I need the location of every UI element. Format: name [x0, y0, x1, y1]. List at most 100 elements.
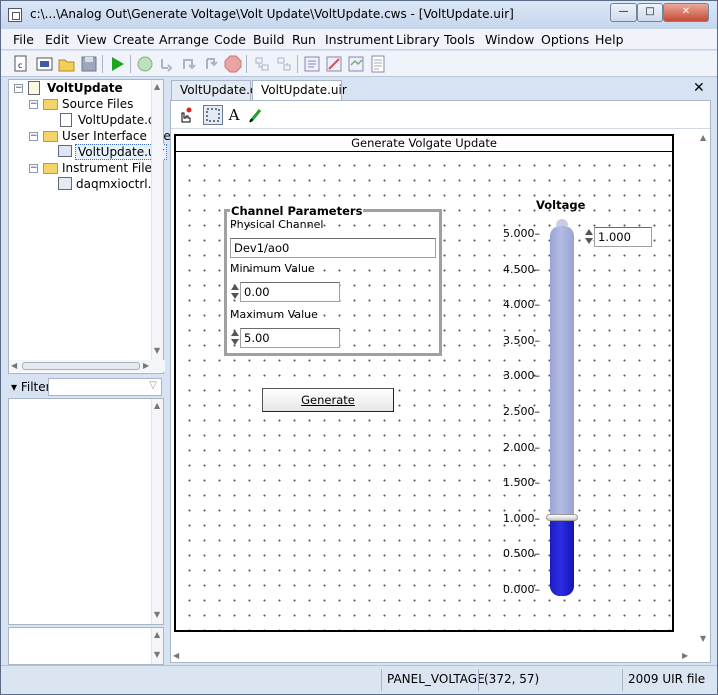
breakpoint-list-icon[interactable] — [275, 55, 293, 73]
c-file-icon — [60, 113, 72, 127]
stop-icon[interactable] — [224, 55, 242, 73]
menu-library[interactable]: Library — [396, 32, 440, 47]
step-into-icon[interactable] — [158, 55, 176, 73]
help-document-icon[interactable] — [369, 55, 387, 73]
fp-file-icon — [58, 177, 72, 190]
channel-parameters-group[interactable]: Channel Parameters Physical Channel Dev1… — [224, 204, 442, 356]
tree-horizontal-scrollbar[interactable]: ◀ ▶ — [9, 360, 165, 372]
filter-funnel-icon[interactable]: ▽ — [149, 380, 157, 391]
save-icon[interactable] — [80, 55, 98, 73]
close-tab-icon[interactable]: ✕ — [693, 80, 705, 96]
voltage-tick-label: 4.500– — [503, 262, 540, 276]
new-uir-icon[interactable] — [36, 55, 54, 73]
bottom-vertical-scrollbar[interactable]: ▲ ▼ — [151, 628, 163, 664]
panel-title[interactable]: Generate Volgate Update — [176, 136, 672, 152]
menu-file[interactable]: File — [13, 32, 34, 47]
tree-instrument-files[interactable]: Instrument Files — [62, 161, 158, 177]
collapse-icon[interactable]: − — [29, 164, 38, 173]
voltage-tank-handle[interactable] — [546, 514, 578, 521]
uir-file-icon — [58, 145, 72, 157]
new-c-file-icon[interactable]: c — [13, 55, 31, 73]
label-tool-icon[interactable]: A — [224, 105, 244, 125]
tree-project[interactable]: VoltUpdate — [47, 81, 123, 97]
voltage-tick-label: 2.500– — [503, 405, 540, 418]
menu-options[interactable]: Options — [541, 32, 589, 47]
menu-code[interactable]: Code — [214, 32, 246, 47]
editor-horizontal-scrollbar[interactable]: ◀ ▶ — [171, 650, 710, 662]
menu-build[interactable]: Build — [253, 32, 284, 47]
menu-instrument[interactable]: Instrument — [325, 32, 394, 47]
voltage-tick-label: 1.000– — [503, 511, 540, 525]
editor-toolbar: A — [171, 101, 710, 129]
minimize-button[interactable]: — — [610, 3, 637, 22]
menu-tools[interactable]: Tools — [444, 32, 475, 47]
physical-channel-label: Physical Channel — [230, 218, 324, 231]
filter-label: ▾ Filter — [11, 380, 51, 394]
toolbar: c — [1, 51, 717, 77]
menu-window[interactable]: Window — [485, 32, 534, 47]
scroll-thumb[interactable] — [22, 362, 140, 370]
close-button[interactable]: ✕ — [663, 3, 709, 22]
window-title: c:\...\Analog Out\Generate Voltage\Volt … — [30, 7, 514, 21]
collapse-icon[interactable]: − — [29, 100, 38, 109]
minimum-value-field[interactable]: 0.00 — [240, 282, 340, 302]
go-icon[interactable] — [136, 55, 154, 73]
maximum-value-label: Maximum Value — [230, 308, 318, 321]
tree-source-file[interactable]: VoltUpdate.c — [78, 113, 155, 129]
step-over-icon[interactable] — [180, 55, 198, 73]
maximum-value-spinner-icon[interactable] — [231, 328, 239, 348]
bottom-left-pane: ▲ ▼ — [8, 627, 164, 665]
menu-arrange[interactable]: Arrange — [159, 32, 209, 47]
voltage-tank[interactable] — [550, 226, 574, 596]
status-panel-name: PANEL_VOLTAGE — [381, 669, 485, 691]
filter-bar: ▾ Filter ▽ — [8, 377, 164, 397]
maximize-button[interactable]: □ — [637, 3, 663, 22]
editor-vertical-scrollbar[interactable]: ▲ ▼ — [698, 129, 710, 649]
filter-input[interactable]: ▽ — [48, 378, 162, 396]
tab-voltupdate-uir[interactable]: VoltUpdate.uir — [252, 80, 347, 101]
edit-panel-icon[interactable] — [325, 55, 343, 73]
results-vertical-scrollbar[interactable]: ▲ ▼ — [151, 399, 163, 624]
tree-vertical-scrollbar[interactable]: ▲ ▼ — [151, 80, 163, 360]
view-panel-icon[interactable] — [347, 55, 365, 73]
project-tree: − VoltUpdate − Source Files VoltUpdate.c… — [8, 79, 177, 374]
maximum-value-field[interactable]: 5.00 — [240, 328, 340, 348]
menu-create[interactable]: Create — [113, 32, 155, 47]
physical-channel-field[interactable]: Dev1/ao0 — [230, 238, 436, 258]
voltage-tick-label: 2.000– — [503, 440, 540, 454]
svg-text:c: c — [18, 61, 22, 70]
voltage-tick-label: 3.000– — [503, 369, 540, 383]
tab-voltupdate-c[interactable]: VoltUpdate.c — [171, 80, 257, 100]
menu-edit[interactable]: Edit — [45, 32, 69, 47]
voltage-tick-label: 0.500– — [503, 547, 540, 561]
voltage-tick-label: 4.000– — [503, 298, 540, 312]
run-icon[interactable] — [108, 55, 126, 73]
function-panel-icon[interactable] — [303, 55, 321, 73]
menu-bar: File Edit View Create Arrange Code Build… — [1, 29, 717, 50]
voltage-tick-label: 3.500– — [503, 333, 540, 347]
select-tool-icon[interactable] — [203, 105, 223, 125]
color-tool-icon[interactable] — [246, 105, 266, 125]
finish-icon[interactable] — [202, 55, 220, 73]
minimum-value-spinner-icon[interactable] — [231, 282, 239, 302]
operate-tool-icon[interactable] — [175, 105, 195, 125]
title-bar: c:\...\Analog Out\Generate Voltage\Volt … — [1, 1, 717, 29]
voltage-tick-label: 5.000– — [503, 227, 540, 240]
menu-view[interactable]: View — [77, 32, 107, 47]
toggle-breakpoint-icon[interactable] — [253, 55, 271, 73]
project-icon — [28, 81, 40, 95]
open-folder-icon[interactable] — [58, 55, 76, 73]
menu-run[interactable]: Run — [292, 32, 316, 47]
uir-editor: A Generate Volgate Update Channel Parame… — [170, 100, 711, 663]
minimum-value-label: Minimum Value — [230, 262, 315, 275]
uir-panel[interactable]: Generate Volgate Update Channel Paramete… — [174, 134, 674, 632]
voltage-value-display[interactable]: 1.000 — [594, 227, 652, 247]
generate-button[interactable]: Generate — [262, 388, 394, 412]
voltage-spinner-icon[interactable] — [585, 227, 593, 247]
tree-source-files[interactable]: Source Files — [62, 97, 133, 113]
collapse-icon[interactable]: − — [14, 84, 23, 93]
generate-button-label: Generate — [301, 393, 355, 407]
status-file-type: 2009 UIR file — [622, 669, 716, 691]
menu-help[interactable]: Help — [595, 32, 624, 47]
collapse-icon[interactable]: − — [29, 132, 38, 141]
